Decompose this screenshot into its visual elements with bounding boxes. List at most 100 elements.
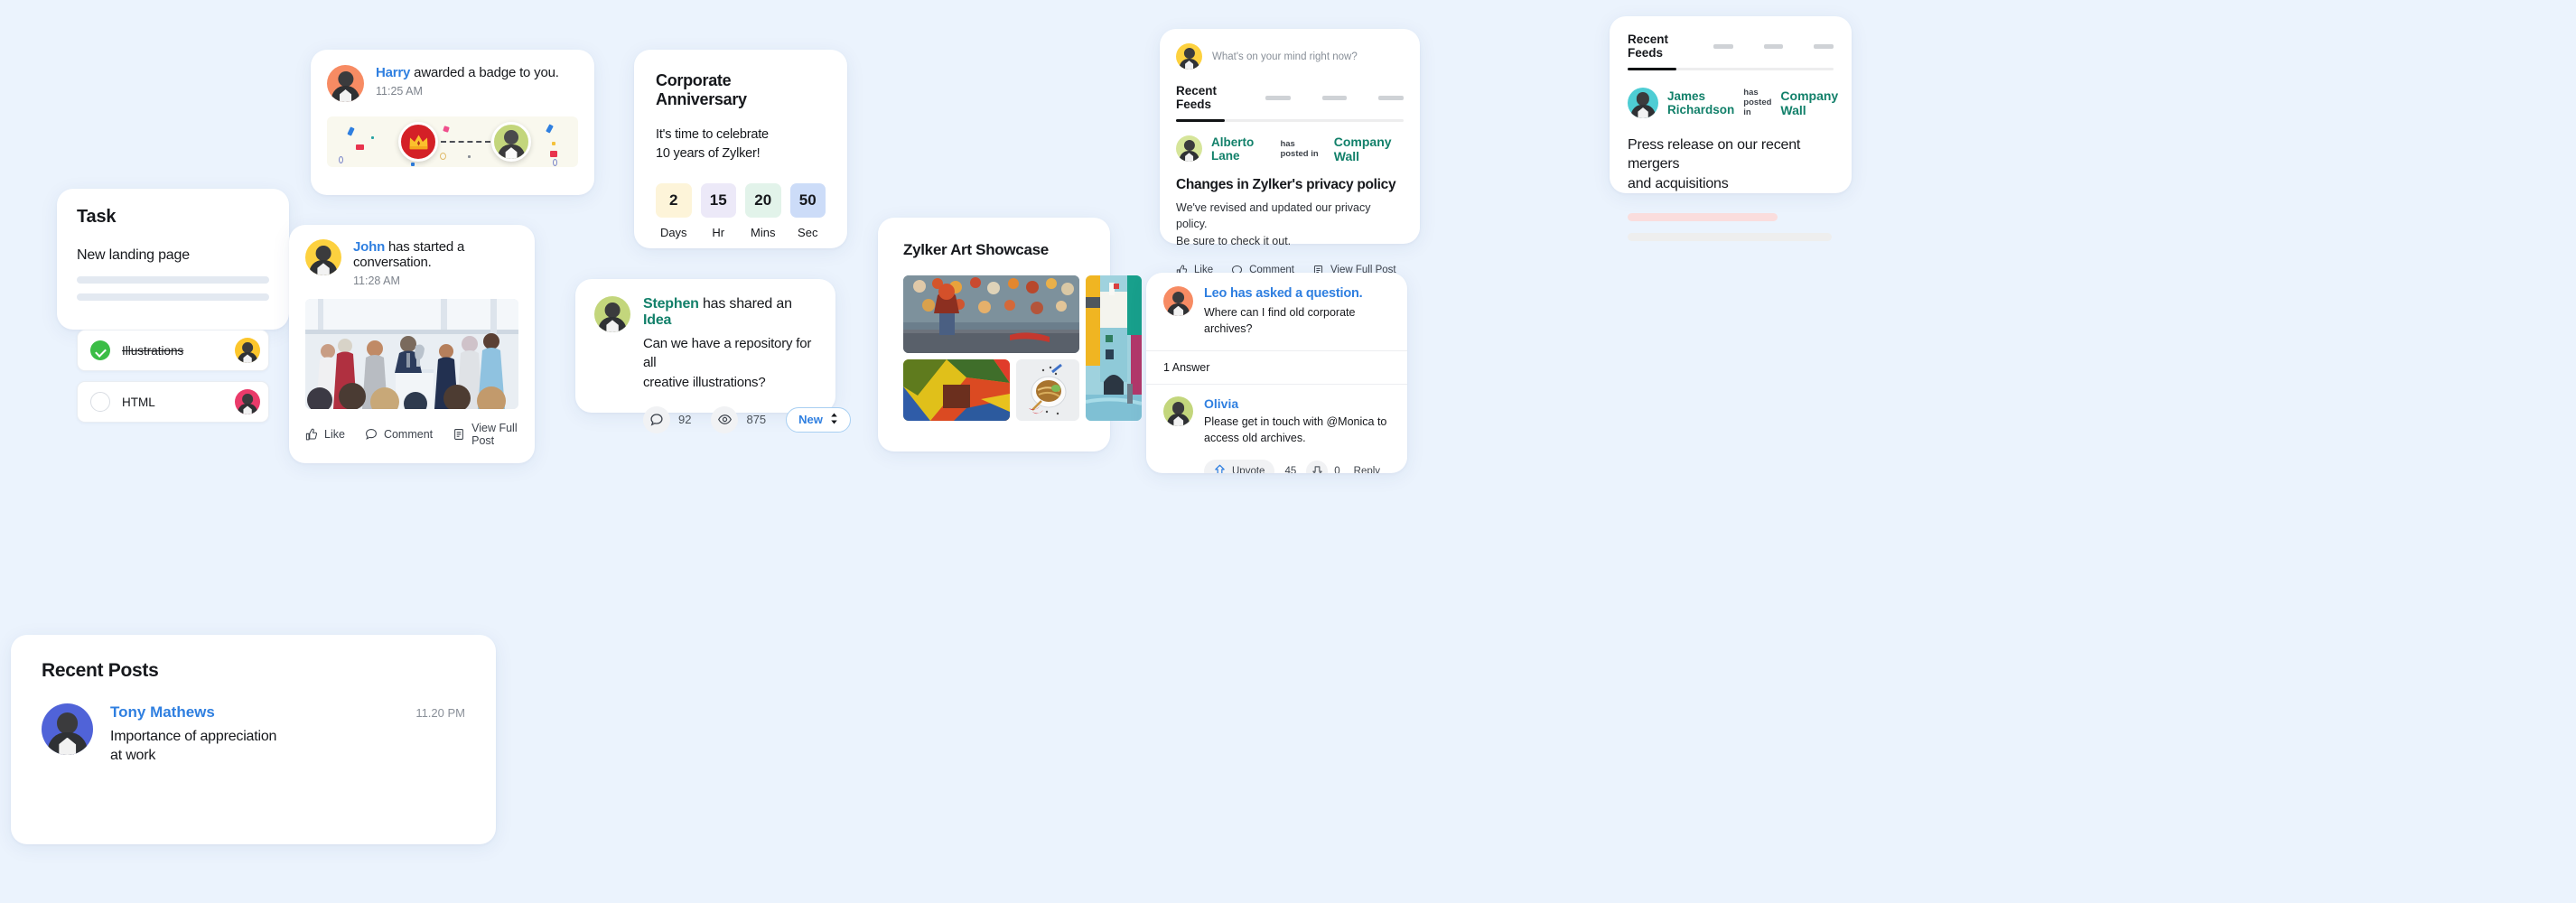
avatar [1176,43,1202,70]
task-list: Illustrations HTML [57,330,289,423]
downvote-button[interactable]: 0 [1306,460,1340,473]
task-row[interactable]: Illustrations [77,330,269,371]
idea-post-card: Stephen has shared an Idea Can we have a… [575,279,851,433]
anniversary-card: Corporate Anniversary It's time to celeb… [634,50,847,248]
tab-placeholder[interactable] [1763,43,1784,49]
task-row[interactable]: HTML [77,381,269,423]
skeleton-bar [77,293,269,301]
feeds-tab-bar: Recent Feeds [1628,33,1834,60]
wall-action-text: has posted in [1280,138,1319,159]
avatar [491,122,531,162]
sort-dropdown[interactable]: New [786,406,851,433]
view-full-post-button[interactable]: View Full Post [453,422,518,447]
task-card: Task New landing page [57,189,289,330]
idea-headline: Stephen has shared an Idea [643,296,817,329]
answer-author[interactable]: Olivia [1204,396,1390,411]
wall-body-text: We've revised and updated our privacy po… [1176,200,1371,248]
feed-space-name[interactable]: Company Wall [1780,88,1838,117]
countdown-value-hours: 15 [700,183,736,219]
post-author[interactable]: Tony Mathews [110,703,215,721]
avatar [594,296,630,332]
comment-label: Comment [383,428,434,441]
recent-posts-card: Recent Posts Tony Mathews 11.20 PM Impor… [11,635,496,844]
idea-actor-name[interactable]: Stephen [643,296,699,312]
comment-button[interactable]: Comment [365,428,433,441]
view-count-button[interactable]: 875 [711,405,767,433]
tab-placeholder[interactable] [1321,95,1348,100]
task-card-title: Task [77,207,117,227]
badge-award-card: Harry awarded a badge to you. 11:25 AM [311,50,594,195]
feed-author-name[interactable]: James Richardson [1667,89,1734,116]
feed-headline: Press release on our recent mergers and … [1628,136,1801,191]
countdown-label-hours: Hr [712,226,725,240]
task-item-label: HTML [122,395,155,409]
countdown-value-mins: 20 [745,183,781,219]
question-answer-card: Leo has asked a question. Where can I fi… [1146,273,1407,473]
compose-box[interactable]: What's on your mind right now? [1176,43,1404,70]
feed-post-header: James Richardson has posted in Company W… [1628,87,1838,118]
art-tile-alley-painting[interactable] [1086,275,1142,421]
art-tile-geometric[interactable] [903,359,1010,421]
avatar [1628,87,1658,118]
list-item[interactable]: Tony Mathews 11.20 PM Importance of appr… [42,703,465,766]
avatar [235,389,260,414]
task-card-subtitle: New landing page [77,247,190,263]
tab-placeholder[interactable] [1814,43,1834,49]
tab-placeholder[interactable] [1378,95,1405,100]
view-full-post-label: View Full Post [471,422,518,447]
conversation-actor-name[interactable]: John [353,239,385,255]
wall-space-name[interactable]: Company Wall [1334,135,1404,163]
reply-button[interactable]: Reply [1354,466,1380,474]
tab-placeholder[interactable] [1713,43,1733,49]
conversation-card-header: John has started a conversation. 11:28 A… [305,239,518,287]
answer-section: Olivia Please get in touch with @Monica … [1146,385,1407,473]
avatar [1176,135,1202,163]
feed-action-text: has posted in [1743,88,1772,118]
art-tile-toy-shop[interactable] [903,275,1079,353]
comment-count: 92 [678,413,692,427]
answer-count: 1 Answer [1163,361,1210,375]
chevron-updown-icon [830,413,838,427]
question-title[interactable]: Leo has asked a question. [1204,286,1390,301]
countdown-unit: 20 Mins [745,183,781,239]
upvote-button[interactable]: Upvote [1204,459,1275,473]
reply-label: Reply [1353,465,1381,474]
avatar [1163,286,1193,316]
tab-placeholder[interactable] [1265,95,1291,100]
countdown-label-days: Days [659,226,687,240]
tab-recent-feeds[interactable]: Recent Feeds [1628,33,1668,60]
like-label: Like [324,428,345,441]
checkbox-checked-icon[interactable] [90,340,110,360]
art-tile-noodle-bowl[interactable] [1016,359,1079,421]
badge-connector-line [441,141,490,143]
tab-recent-feeds[interactable]: Recent Feeds [1176,84,1221,111]
view-count: 875 [746,413,767,427]
answer-body: Please get in touch with @Monica to acce… [1204,415,1387,445]
anniversary-title: Corporate Anniversary [656,71,747,108]
upvote-count: 45 [1284,465,1297,474]
countdown-label-mins: Mins [751,226,776,240]
avatar [327,65,364,102]
recent-posts-title: Recent Posts [42,660,159,681]
checkbox-unchecked-icon[interactable] [90,392,110,412]
post-text: Importance of appreciation at work [110,729,277,763]
task-item-label: Illustrations [122,343,184,358]
countdown-unit: 2 Days [656,183,692,239]
conversation-message: John has started a conversation. [353,239,518,270]
idea-tag[interactable]: Idea [643,312,671,328]
countdown-value-days: 2 [656,183,692,219]
skeleton-bar-accent [1628,213,1778,222]
wall-headline: Changes in Zylker's privacy policy [1176,176,1396,192]
post-image[interactable] [305,299,518,409]
skeleton-bar [77,276,269,284]
badge-actor-name[interactable]: Harry [376,65,410,80]
countdown-timer: 2 Days 15 Hr 20 Mins 50 Sec [656,183,826,239]
comment-count-button[interactable]: 92 [643,405,692,433]
wall-author-name[interactable]: Alberto Lane [1211,135,1271,163]
badge-message: Harry awarded a badge to you. [376,65,559,80]
comment-bubble-icon [643,405,670,433]
like-button[interactable]: Like [305,428,345,441]
arrow-down-icon [1306,460,1329,473]
badge-animation-strip [327,116,578,167]
countdown-value-secs: 50 [789,183,826,219]
